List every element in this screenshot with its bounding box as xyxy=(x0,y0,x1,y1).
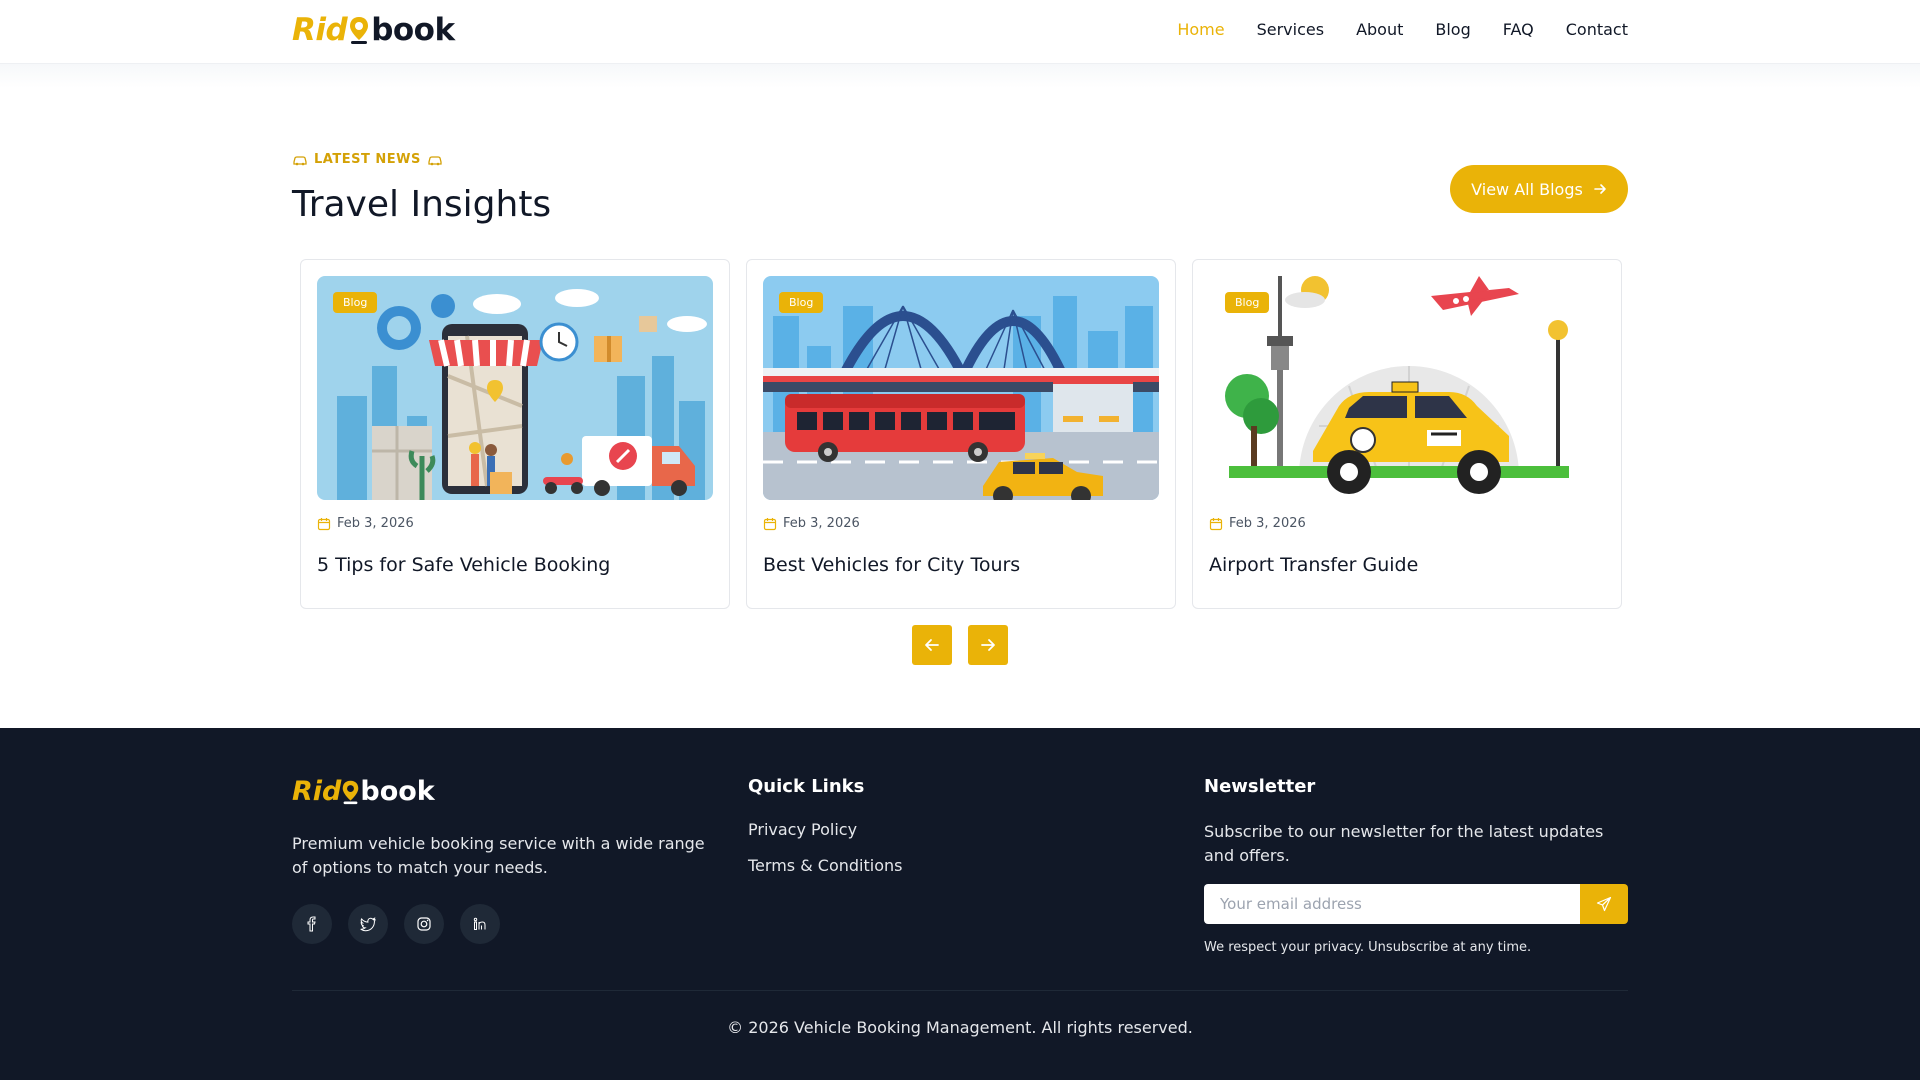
carousel-next-button[interactable] xyxy=(968,625,1008,665)
logo-text-book: book xyxy=(371,12,455,48)
calendar-icon xyxy=(317,517,331,530)
category-badge: Blog xyxy=(779,292,824,313)
nav-blog[interactable]: Blog xyxy=(1435,20,1470,39)
copyright-text: © 2026 Vehicle Booking Management. All r… xyxy=(727,1018,1193,1037)
car-icon xyxy=(428,155,442,165)
location-pin-icon xyxy=(343,780,359,804)
post-title[interactable]: Best Vehicles for City Tours xyxy=(763,554,1020,576)
footer-logo[interactable]: Rid book xyxy=(292,776,435,807)
post-date-text: Feb 3, 2026 xyxy=(1229,516,1306,531)
calendar-icon xyxy=(763,517,777,530)
social-links xyxy=(292,904,500,944)
arrow-left-icon xyxy=(925,639,939,651)
privacy-note: We respect your privacy. Unsubscribe at … xyxy=(1204,940,1532,955)
card-image[interactable]: Blog xyxy=(763,276,1159,500)
newsletter-heading: Newsletter xyxy=(1204,776,1316,797)
footer-description: Premium vehicle booking service with a w… xyxy=(292,834,705,877)
linkedin-link[interactable] xyxy=(460,904,500,944)
post-date: Feb 3, 2026 xyxy=(1209,516,1306,531)
carousel-prev-button[interactable] xyxy=(912,625,952,665)
facebook-icon xyxy=(307,916,316,932)
terms-conditions-link[interactable]: Terms & Conditions xyxy=(748,856,902,875)
section-title: Travel Insights xyxy=(292,184,552,225)
logo-text-rid: Rid xyxy=(292,12,348,48)
instagram-link[interactable] xyxy=(404,904,444,944)
privacy-policy-link[interactable]: Privacy Policy xyxy=(748,820,857,839)
site-footer: Rid book Premium vehicle booking service… xyxy=(0,728,1920,1080)
post-date-text: Feb 3, 2026 xyxy=(337,516,414,531)
category-badge: Blog xyxy=(1225,292,1270,313)
post-title[interactable]: 5 Tips for Safe Vehicle Booking xyxy=(317,554,610,576)
nav-faq[interactable]: FAQ xyxy=(1503,20,1534,39)
send-icon xyxy=(1596,896,1612,912)
blog-card[interactable]: Blog Feb 3, 2026 Best Vehicles for City … xyxy=(746,259,1176,609)
category-badge: Blog xyxy=(333,292,378,313)
nav-home[interactable]: Home xyxy=(1177,20,1224,39)
card-image[interactable]: Blog xyxy=(1209,276,1605,500)
instagram-icon xyxy=(417,917,431,931)
site-header: Rid book Home Services About Blog FAQ Co… xyxy=(0,0,1920,64)
logo[interactable]: Rid book xyxy=(292,10,455,50)
main-nav: Home Services About Blog FAQ Contact xyxy=(1177,20,1628,39)
nav-contact[interactable]: Contact xyxy=(1566,20,1628,39)
blog-card[interactable]: Blog Feb 3, 2026 Airport Transfer Guide xyxy=(1192,259,1622,609)
post-date-text: Feb 3, 2026 xyxy=(783,516,860,531)
subscribe-button[interactable] xyxy=(1580,884,1628,924)
post-date: Feb 3, 2026 xyxy=(317,516,414,531)
email-input[interactable] xyxy=(1204,884,1580,924)
header-shadow xyxy=(0,64,1920,88)
car-icon xyxy=(293,155,307,165)
eyebrow-label: LATEST NEWS xyxy=(314,152,421,167)
twitter-link[interactable] xyxy=(348,904,388,944)
blog-card[interactable]: Blog Feb 3, 2026 5 Tips for Safe Vehicle… xyxy=(300,259,730,609)
nav-services[interactable]: Services xyxy=(1257,20,1324,39)
newsletter-form xyxy=(1204,884,1628,924)
calendar-icon xyxy=(1209,517,1223,530)
quick-links-heading: Quick Links xyxy=(748,776,865,797)
logo-text-rid: Rid xyxy=(292,776,342,807)
post-date: Feb 3, 2026 xyxy=(763,516,860,531)
blog-carousel: Blog Feb 3, 2026 5 Tips for Safe Vehicle… xyxy=(300,259,1622,609)
logo-text-book: book xyxy=(360,776,435,807)
view-all-blogs-button[interactable]: View All Blogs xyxy=(1450,165,1628,213)
card-image[interactable]: Blog xyxy=(317,276,713,500)
arrow-right-icon xyxy=(981,639,995,651)
linkedin-icon xyxy=(473,917,486,930)
newsletter-text: Subscribe to our newsletter for the late… xyxy=(1204,822,1604,865)
facebook-link[interactable] xyxy=(292,904,332,944)
arrow-right-icon xyxy=(1594,184,1606,194)
view-all-label: View All Blogs xyxy=(1471,179,1583,199)
twitter-icon xyxy=(360,917,376,932)
location-pin-icon xyxy=(348,15,370,45)
post-title[interactable]: Airport Transfer Guide xyxy=(1209,554,1418,576)
nav-about[interactable]: About xyxy=(1356,20,1403,39)
footer-divider xyxy=(292,990,1628,991)
section-eyebrow: LATEST NEWS xyxy=(292,152,443,167)
